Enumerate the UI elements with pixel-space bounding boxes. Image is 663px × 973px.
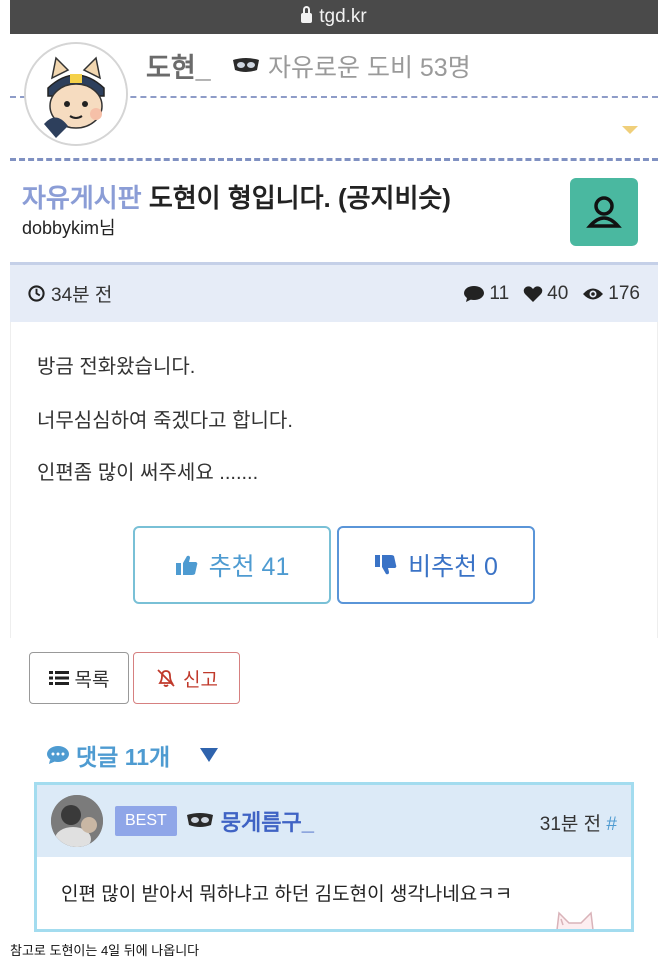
comment-nickname[interactable]: 뭉게름구_ [221,805,314,837]
view-count: 176 [582,283,640,305]
downvote-label: 비추천 0 [408,553,498,581]
lock-icon [301,6,313,23]
comment-count-value: 11 [489,282,510,304]
best-badge: BEST [115,806,177,836]
list-button[interactable]: 목록 [29,652,129,704]
bell-slash-icon [157,669,175,687]
time-ago: 34분 전 [51,285,113,306]
like-count-value: 40 [547,282,569,304]
comment-header: BEST 뭉게름구_ 31분 전 # [37,785,631,857]
profile-level: 자유로운 도비 53명 [232,48,471,84]
report-button[interactable]: 신고 [133,652,240,704]
comment-text: 인편 많이 받아서 뭐하냐고 하던 김도현이 생각나네요ㅋㅋ [61,884,513,905]
upvote-button[interactable]: 추천 41 [133,526,331,604]
thumbs-down-icon [375,555,397,575]
cat-sticker-icon [556,911,594,929]
content-line: 인편좀 많이 써주세요 ....... [37,462,259,484]
browser-url-bar[interactable]: tgd.kr [10,0,658,34]
like-count: 40 [523,283,568,305]
post-header: 자유게시판 도현이 형입니다. (공지비슷) dobbykim님 [10,168,658,262]
profile-header: 도현_ 자유로운 도비 53명 [10,34,658,164]
thumbs-up-icon [175,555,197,575]
content-line: 방금 전화왔습니다. [37,356,196,378]
post-meta-bar: 34분 전 11 40 176 [10,262,658,322]
dashed-divider-bottom [10,158,658,161]
comments-count-label: 댓글 11개 [76,744,171,770]
report-label: 신고 [183,669,218,691]
image-caption: 참고로 도현이는 4일 뒤에 나옵니다 [10,943,200,958]
list-icon [48,671,69,685]
profile-nickname[interactable]: 도현_ [146,46,211,85]
clock-icon [28,285,45,302]
comment-time: 31분 전 # [540,809,617,836]
post-title-row: 자유게시판 도현이 형입니다. (공지비슷) [22,178,451,215]
post-content: 방금 전화왔습니다. 너무심심하여 죽겠다고 합니다. 인편좀 많이 써주세요 … [10,322,658,638]
mask-icon [233,58,259,72]
list-label: 목록 [74,669,110,691]
collapse-arrow-icon[interactable] [200,748,219,762]
comment-item: BEST 뭉게름구_ 31분 전 # 인편 많이 받아서 뭐하냐고 하던 김도현… [34,782,634,932]
comments-icon [47,746,69,764]
post-stats: 11 40 176 [455,283,640,305]
downvote-button[interactable]: 비추천 0 [337,526,535,604]
user-icon [586,196,622,228]
eye-icon [583,288,604,299]
user-profile-button[interactable] [570,178,638,246]
post-author[interactable]: dobbykim님 [22,214,116,240]
comment-time-text: 31분 전 [539,814,602,835]
url-text: tgd.kr [319,6,367,27]
level-text: 자유로운 도비 53명 [268,54,471,82]
heart-icon [523,285,543,302]
view-count-value: 176 [608,282,640,304]
post-time: 34분 전 [28,280,112,307]
photo-avatar-icon [51,795,103,847]
board-name[interactable]: 자유게시판 [22,183,142,213]
content-line: 너무심심하여 죽겠다고 합니다. [37,410,293,432]
comment-avatar[interactable] [51,795,103,847]
dropdown-triangle-icon[interactable] [622,126,638,134]
comment-icon [464,285,485,302]
post-title: 도현이 형입니다. (공지비슷) [148,183,451,213]
upvote-label: 추천 41 [208,553,290,581]
comments-header[interactable]: 댓글 11개 [46,738,219,772]
mask-icon [186,813,213,827]
cartoon-avatar-icon [26,44,126,144]
comment-count: 11 [463,283,509,305]
avatar[interactable] [24,42,128,146]
comment-permalink[interactable]: # [606,814,617,835]
